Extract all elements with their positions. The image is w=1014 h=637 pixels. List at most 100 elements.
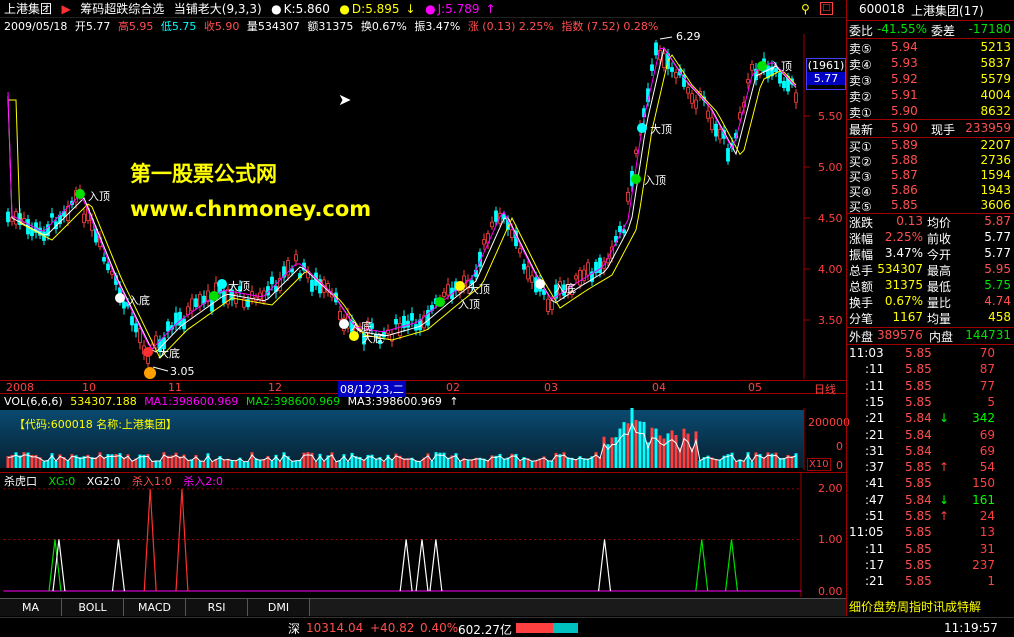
tick-price: 5.85 (905, 525, 932, 540)
vol-name: VOL(6,6,6) (4, 395, 63, 408)
buy-row[interactable]: 买② 5.88 2736 (847, 153, 1014, 169)
date-label: 11 (168, 381, 182, 394)
tick-price: 5.85 (905, 460, 932, 475)
stat-value: 5.77 (984, 230, 1011, 244)
signal-marker (217, 279, 227, 289)
sell-row[interactable]: 卖① 5.90 8632 (847, 104, 1014, 120)
ind-sr2: 杀入2:0 (183, 475, 223, 488)
d-value: D:5.895 (351, 2, 400, 16)
info-high: 高5.95 (117, 20, 154, 33)
tick-row: :51 5.85 ↑ 24 (847, 509, 1014, 525)
stat-value: 5.95 (984, 262, 1011, 276)
buy-row[interactable]: 买⑤ 5.85 3606 (847, 198, 1014, 214)
date-label: 03 (544, 381, 558, 394)
ind-axis-label: 2.00 (818, 482, 843, 495)
d-dot-icon: ● (339, 2, 350, 16)
tick-row: :21 5.84 69 (847, 428, 1014, 444)
inner-label: 内盘 (929, 330, 954, 344)
signal-marker (435, 297, 445, 307)
price-axis-label: 3.50 (818, 314, 843, 327)
buy-row[interactable]: 买① 5.89 2207 (847, 138, 1014, 154)
window-restore-icon[interactable]: □ (820, 2, 833, 15)
sell-volume: 5579 (980, 72, 1011, 86)
tab-dmi[interactable]: DMI (248, 599, 310, 616)
indicator-spike (48, 539, 62, 592)
stat-label: 最高 (927, 264, 952, 278)
buy-volume: 3606 (980, 198, 1011, 212)
pin-icon[interactable]: ⚲ (801, 2, 810, 16)
buy-price: 5.88 (891, 153, 918, 167)
tick-volume: 70 (979, 346, 995, 360)
signal-marker (143, 347, 153, 357)
indicator-spike (111, 539, 125, 592)
tick-price: 5.85 (905, 574, 932, 589)
stat-row: 涨跌 0.13 均价 5.87 (847, 214, 1014, 230)
tick-row: :21 5.84 ↓ 342 (847, 411, 1014, 427)
date-axis: 2008 10 11 12 08/12/23,二 02 03 04 05 日线 (0, 380, 846, 397)
tick-time: :15 (865, 394, 885, 409)
buy-row[interactable]: 买④ 5.86 1943 (847, 183, 1014, 199)
stat-value: 5.77 (984, 246, 1011, 260)
high-price-label: 6.29 (676, 30, 701, 43)
sell-row[interactable]: 卖② 5.91 4004 (847, 88, 1014, 104)
stat-row: 分笔 1167 均量 458 (847, 310, 1014, 326)
buy-price: 5.86 (891, 183, 918, 197)
weibi-label: 委比 (849, 24, 874, 38)
tab-rsi[interactable]: RSI (186, 599, 248, 616)
tick-row: 11:03 5.85 70 (847, 346, 1014, 362)
annotation-label: 入顶 (644, 174, 666, 187)
signal-marker (455, 281, 465, 291)
weibi-value: -41.55% (877, 22, 928, 36)
stat-label: 总额 (849, 280, 874, 294)
current-price-box: (1961) 5.77 (806, 58, 846, 90)
vol-ma1: MA1:398600.969 (144, 395, 239, 408)
sell-row[interactable]: 卖⑤ 5.94 5213 (847, 40, 1014, 56)
sell-price: 5.91 (891, 88, 918, 102)
sell-label: 卖⑤ (849, 42, 872, 56)
market-label[interactable]: 深 (288, 620, 300, 637)
bottom-tabs[interactable]: 细价盘势周指时讯成特解 (849, 598, 981, 615)
sell-row[interactable]: 卖③ 5.92 5579 (847, 72, 1014, 88)
title-bar: 上港集团 ▶ 筹码超跌综合选 当铺老大(9,3,3) ● K:5.860 ● D:5… (0, 0, 846, 18)
tab-macd[interactable]: MACD (124, 599, 186, 616)
index-value: 10314.04 (306, 621, 364, 635)
tick-price: 5.84 (905, 427, 932, 442)
candlestick-chart[interactable] (0, 34, 846, 379)
vol-axis-top: 200000 (808, 416, 850, 429)
stat-label: 换手 (849, 296, 874, 310)
indicator-header: 杀虎口 XG:0 XG2:0 杀入1:0 杀入2:0 (4, 473, 231, 489)
date-label: 12 (268, 381, 282, 394)
outer-value: 389576 (877, 328, 923, 342)
tab-ma[interactable]: MA (0, 599, 62, 616)
play-icon[interactable]: ▶ (62, 2, 71, 16)
tick-row: :41 5.85 150 (847, 476, 1014, 492)
sell-price: 5.90 (891, 104, 918, 118)
tick-volume: 161 (972, 492, 995, 507)
signal-marker (631, 174, 641, 184)
stat-row: 涨幅 2.25% 前收 5.77 (847, 230, 1014, 246)
sell-price: 5.92 (891, 72, 918, 86)
tick-row: 11:05 5.85 13 (847, 525, 1014, 541)
weicha-value: -17180 (968, 22, 1011, 36)
signal-marker (209, 291, 219, 301)
tick-row: :37 5.85 ↑ 54 (847, 460, 1014, 476)
sell-row[interactable]: 卖④ 5.93 5837 (847, 56, 1014, 72)
tick-volume: 13 (979, 525, 995, 540)
stat-label: 量比 (927, 296, 952, 310)
buy-price: 5.89 (891, 138, 918, 152)
vol-ma3: MA3:398600.969 (347, 395, 442, 408)
annotation-label: 入顶 (770, 60, 792, 73)
indicator-spike (695, 539, 709, 592)
indicator-chart[interactable] (0, 472, 846, 597)
tick-time: :11 (865, 362, 885, 377)
info-date: 2009/05/18 (4, 20, 68, 33)
tick-row: :15 5.85 5 (847, 395, 1014, 411)
stock-name[interactable]: 上港集团 (4, 2, 52, 16)
tab-boll[interactable]: BOLL (62, 599, 124, 616)
stat-label: 均量 (927, 312, 952, 326)
stat-value: 458 (988, 310, 1011, 324)
price-axis-label: 4.00 (818, 263, 843, 276)
buy-row[interactable]: 买③ 5.87 1594 (847, 168, 1014, 184)
formula-name[interactable]: 筹码超跌综合选 (80, 2, 164, 16)
tick-arrow-icon: ↑ (939, 509, 950, 523)
